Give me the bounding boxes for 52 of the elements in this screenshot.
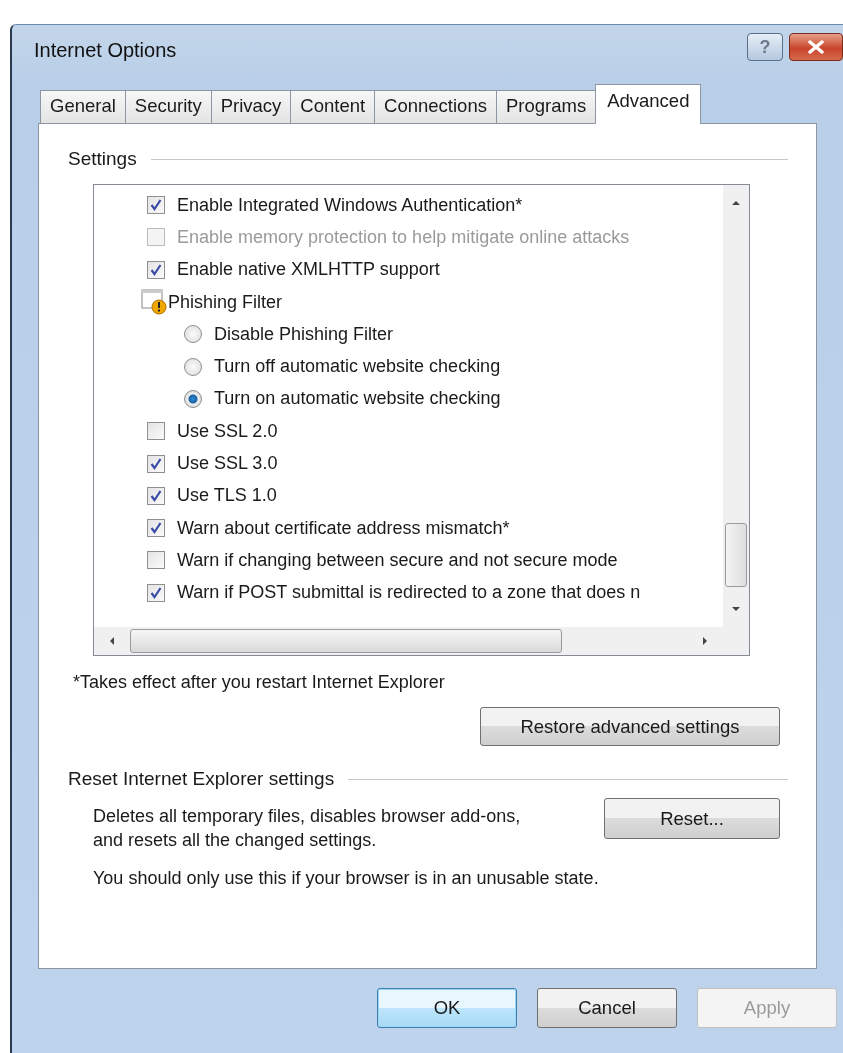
- tab[interactable]: Security: [124, 90, 212, 123]
- scroll-thumb[interactable]: [130, 629, 562, 653]
- horizontal-scrollbar[interactable]: [94, 627, 749, 655]
- radio-button[interactable]: [184, 325, 202, 344]
- scroll-left-icon[interactable]: [108, 635, 116, 647]
- checkbox-label: Enable memory protection to help mitigate online attacks: [177, 226, 630, 248]
- checkbox[interactable]: [147, 519, 165, 538]
- reset-button[interactable]: Reset...: [604, 798, 780, 839]
- dialog-button[interactable]: OK: [377, 988, 517, 1028]
- checkbox[interactable]: [147, 196, 165, 215]
- window-title: Internet Options: [34, 38, 177, 62]
- footnote-text: *Takes effect after you restart Internet Explorer: [73, 672, 446, 693]
- checkbox[interactable]: [147, 583, 165, 602]
- tab[interactable]: Programs: [495, 90, 597, 123]
- tab[interactable]: Connections: [374, 90, 497, 123]
- scroll-thumb[interactable]: [725, 523, 747, 587]
- group-label: Reset Internet Explorer settings: [68, 768, 335, 790]
- scroll-down-icon[interactable]: [730, 605, 742, 613]
- radio-button[interactable]: [184, 389, 202, 408]
- checkbox-label: Use SSL 2.0: [177, 420, 278, 442]
- tab[interactable]: Privacy: [210, 90, 292, 123]
- warning-text: You should only use this if your browser is in an unusable state.: [93, 868, 600, 889]
- warning-icon: [141, 289, 167, 316]
- dialog-button[interactable]: Cancel: [537, 988, 677, 1028]
- group-label: Settings: [68, 148, 137, 170]
- scroll-up-icon[interactable]: [730, 199, 742, 207]
- checkbox-label: Enable native XMLHTTP support: [177, 259, 440, 281]
- checkbox[interactable]: [147, 551, 165, 570]
- checkbox[interactable]: [147, 454, 165, 473]
- close-button[interactable]: [789, 33, 843, 61]
- checkbox-label: Warn if POST submittal is redirected to a zone that does n: [177, 582, 641, 604]
- checkbox[interactable]: [147, 260, 165, 279]
- group-label: Phishing Filter: [168, 291, 283, 313]
- radio-button[interactable]: [184, 357, 202, 376]
- checkbox[interactable]: [147, 486, 165, 505]
- checkbox-label: Enable Integrated Windows Authentication*: [177, 194, 523, 216]
- restore-button[interactable]: Restore advanced settings: [480, 707, 780, 746]
- tab[interactable]: General: [40, 90, 126, 123]
- tab[interactable]: Content: [290, 90, 376, 123]
- radio-label: Turn off automatic website checking: [214, 356, 501, 378]
- checkbox-label: Use SSL 3.0: [177, 453, 278, 474]
- close-icon: [807, 40, 825, 54]
- checkbox-label: Use TLS 1.0: [177, 485, 277, 507]
- checkbox-label: Warn about certificate address mismatch*: [177, 517, 510, 539]
- reset-description: Deletes all temporary files, disables browser add-ons, and resets all the changed settings.: [93, 805, 522, 852]
- radio-label: Turn on automatic website checking: [214, 388, 501, 410]
- scroll-right-icon[interactable]: [701, 635, 709, 647]
- vertical-scrollbar[interactable]: [723, 185, 749, 627]
- tab[interactable]: Advanced: [595, 84, 702, 124]
- checkbox[interactable]: [147, 422, 165, 441]
- radio-label: Disable Phishing Filter: [214, 323, 394, 345]
- checkbox-label: Warn if changing between secure and not secure mode: [177, 549, 618, 571]
